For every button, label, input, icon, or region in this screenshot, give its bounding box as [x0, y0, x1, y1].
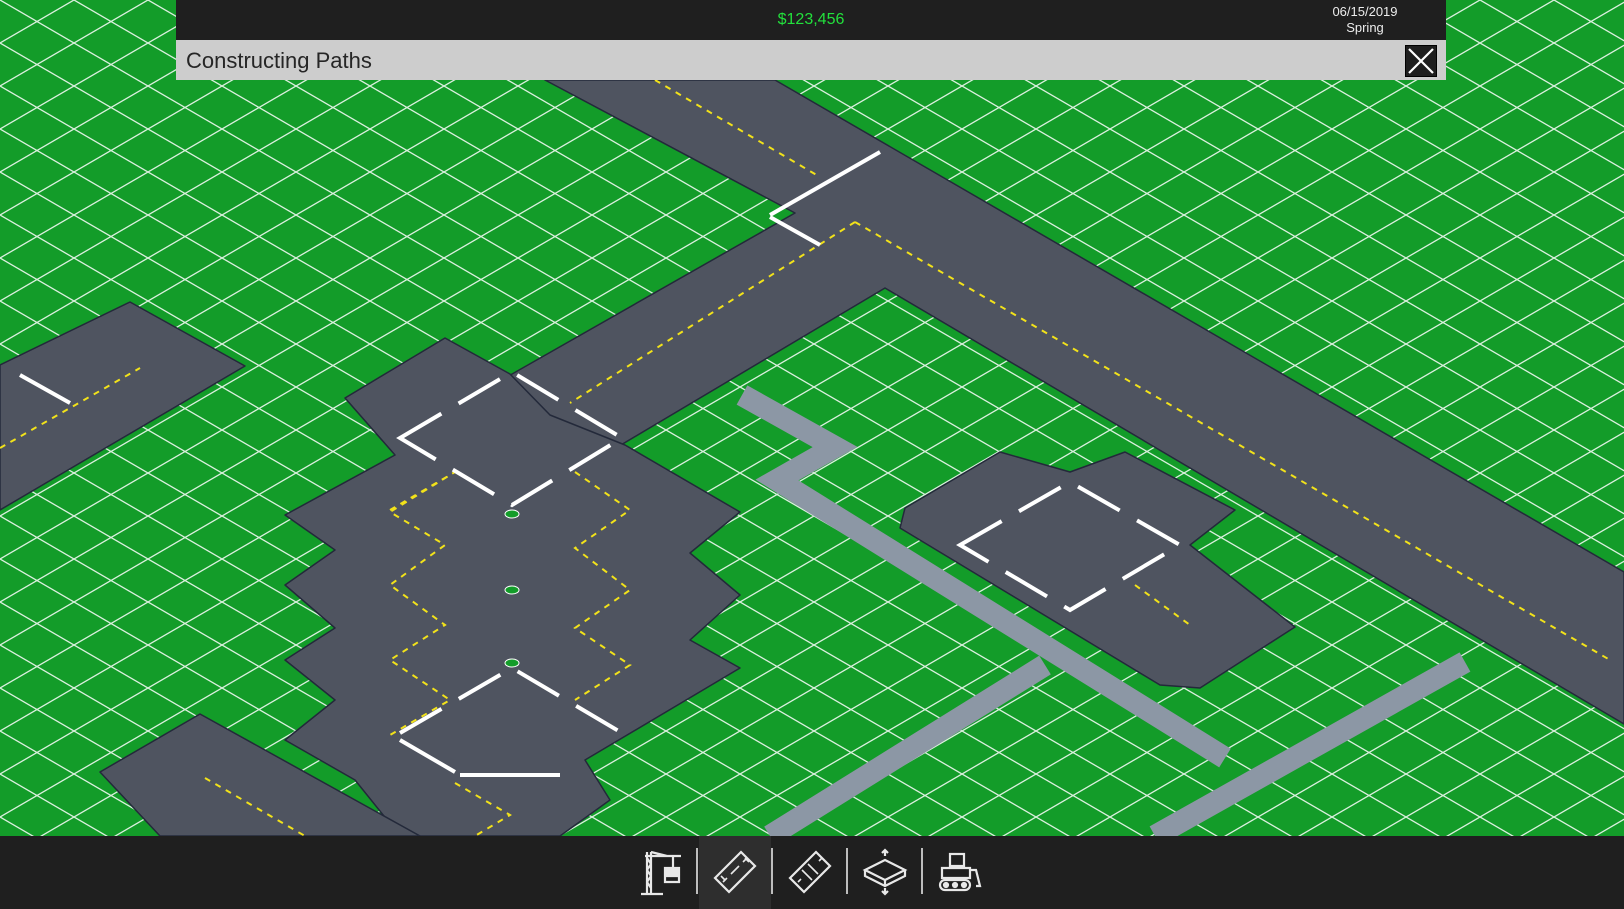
taxiway-icon [788, 850, 832, 894]
bulldozer-icon [938, 852, 982, 892]
season-text: Spring [1346, 20, 1384, 35]
taxiway-tool-button[interactable] [774, 836, 846, 909]
close-icon [1408, 48, 1434, 74]
bottom-toolbar [0, 836, 1624, 909]
top-status-bar: $123,456 06/15/2019 Spring [176, 0, 1446, 40]
runway-icon [713, 850, 757, 894]
foundation-icon [862, 848, 908, 896]
bulldoze-tool-button[interactable] [924, 836, 996, 909]
isometric-map[interactable] [0, 0, 1624, 909]
panel-title: Constructing Paths [186, 48, 372, 73]
construction-panel: Constructing Paths [176, 40, 1446, 80]
foundation-tool-button[interactable] [849, 836, 921, 909]
runway-tool-button[interactable] [699, 836, 771, 909]
date-text: 06/15/2019 [1332, 4, 1398, 19]
construction-crane-icon [641, 850, 681, 896]
build-tool-button[interactable] [625, 836, 697, 909]
date-display: 06/15/2019 Spring [1310, 4, 1420, 36]
money-display: $123,456 [777, 11, 845, 28]
close-panel-button[interactable] [1405, 45, 1437, 77]
